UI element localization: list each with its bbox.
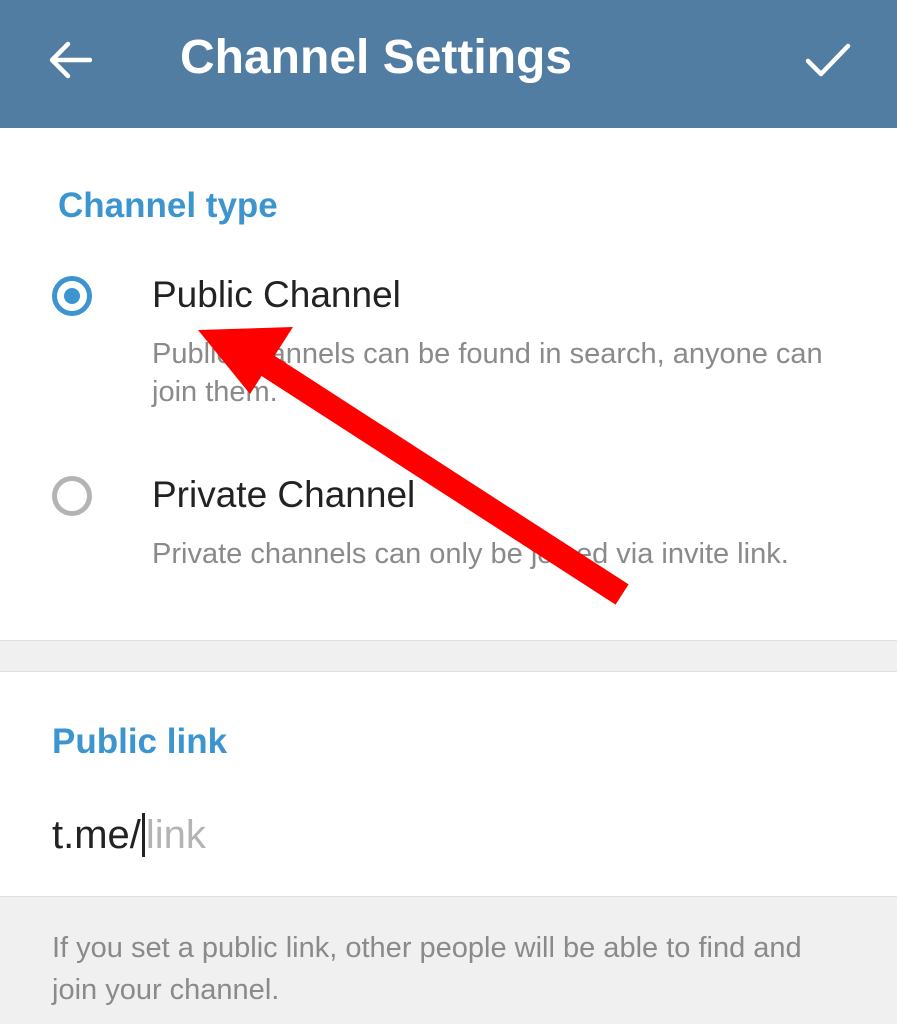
private-channel-option[interactable]: Private Channel Private channels can onl… bbox=[0, 458, 897, 618]
text-cursor bbox=[141, 813, 145, 857]
public-channel-radio[interactable] bbox=[52, 276, 92, 316]
arrow-left-icon bbox=[49, 41, 92, 79]
app-bar: Channel Settings bbox=[0, 0, 897, 128]
public-link-hint: If you set a public link, other people w… bbox=[52, 932, 802, 1006]
section-divider bbox=[0, 640, 897, 672]
page-title: Channel Settings bbox=[180, 31, 573, 84]
public-link-input[interactable] bbox=[145, 812, 546, 858]
public-channel-option[interactable]: Public Channel Public channels can be fo… bbox=[0, 258, 897, 418]
public-channel-label: Public Channel bbox=[152, 274, 401, 315]
channel-type-section: Channel type Public Channel Public chann… bbox=[0, 128, 897, 640]
check-icon bbox=[805, 43, 851, 77]
link-prefix: t.me/ bbox=[52, 812, 141, 857]
public-link-field[interactable]: t.me/ bbox=[52, 810, 546, 860]
private-channel-description: Private channels can only be joined via … bbox=[152, 538, 789, 570]
public-link-section: Public link t.me/ bbox=[0, 672, 897, 896]
public-link-info: If you set a public link, other people w… bbox=[0, 896, 897, 1024]
channel-type-header: Channel type bbox=[58, 186, 278, 225]
done-button[interactable] bbox=[798, 30, 858, 90]
public-link-header: Public link bbox=[52, 722, 228, 761]
back-button[interactable] bbox=[40, 30, 100, 90]
private-channel-label: Private Channel bbox=[152, 474, 416, 515]
public-channel-description: Public channels can be found in search, … bbox=[152, 338, 823, 408]
private-channel-radio[interactable] bbox=[52, 476, 92, 516]
